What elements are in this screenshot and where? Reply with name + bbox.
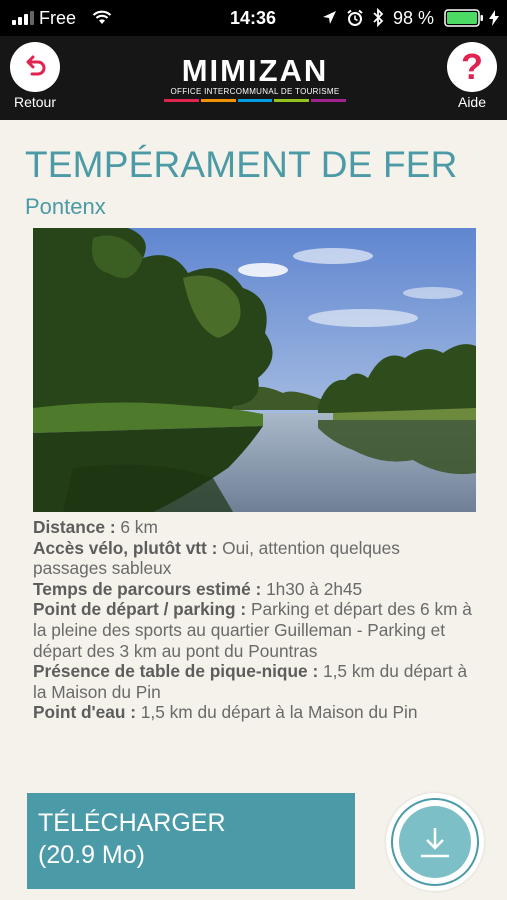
wifi-icon	[92, 10, 112, 24]
download-circle-button[interactable]	[386, 793, 484, 891]
signal-icon	[12, 11, 34, 25]
detail-value: 1,5 km du départ à la Maison du Pin	[136, 702, 418, 723]
carrier-label: Free	[39, 8, 77, 28]
detail-label: Accès vélo, plutôt vtt :	[33, 537, 218, 558]
river-landscape-image	[33, 228, 476, 512]
page-title: TEMPÉRAMENT DE FER	[25, 144, 458, 185]
help-button[interactable]: ?	[447, 42, 497, 92]
location-arrow-icon	[323, 11, 336, 24]
detail-value: 1h30 à 2h45	[261, 578, 363, 599]
mimizan-logo: MIMIZAN OFFICE INTERCOMMUNAL DE TOURISME	[164, 53, 346, 102]
detail-value: 6 km	[115, 517, 158, 537]
back-arrow-icon	[26, 55, 46, 76]
download-button[interactable]: TÉLÉCHARGER (20.9 Mo)	[27, 793, 355, 889]
detail-bike-access: Accès vélo, plutôt vtt : Oui, attention …	[33, 538, 473, 579]
bluetooth-icon	[373, 8, 384, 27]
detail-label: Distance :	[33, 517, 116, 537]
detail-water-point: Point d'eau : 1,5 km du départ à la Mais…	[33, 702, 473, 723]
battery-icon	[444, 9, 483, 27]
back-label[interactable]: Retour	[0, 94, 70, 110]
detail-starting-point: Point de départ / parking : Parking et d…	[33, 599, 473, 661]
battery-percent: 98 %	[393, 8, 435, 28]
detail-distance: Distance : 6 km	[33, 517, 473, 538]
clock: 14:36	[230, 8, 277, 28]
detail-label: Temps de parcours estimé :	[33, 578, 262, 599]
app-header: Retour MIMIZAN OFFICE INTERCOMMUNAL DE T…	[0, 36, 507, 120]
detail-label: Point de départ / parking :	[33, 599, 247, 620]
detail-label: Présence de table de pique-nique :	[33, 661, 319, 682]
charging-icon	[489, 10, 499, 26]
question-mark-icon: ?	[461, 46, 483, 87]
logo-name: MIMIZAN	[181, 53, 329, 88]
detail-label: Point d'eau :	[33, 702, 136, 723]
alarm-icon	[347, 9, 363, 26]
detail-picnic-table: Présence de table de pique-nique : 1,5 k…	[33, 661, 473, 702]
location-subtitle: Pontenx	[25, 194, 106, 219]
download-ring	[391, 798, 479, 886]
trail-photo	[33, 228, 476, 512]
trail-details: Distance : 6 km Accès vélo, plutôt vtt :…	[33, 517, 473, 723]
back-button[interactable]	[10, 42, 60, 92]
logo-color-bar	[164, 99, 346, 102]
detail-duration: Temps de parcours estimé : 1h30 à 2h45	[33, 579, 473, 600]
logo-subtitle: OFFICE INTERCOMMUNAL DE TOURISME	[170, 87, 340, 96]
download-label: TÉLÉCHARGER	[38, 809, 226, 837]
status-bar: Free 14:36 98 %	[0, 0, 507, 36]
help-label[interactable]: Aide	[437, 94, 507, 110]
download-arrow-icon	[421, 828, 449, 858]
download-inner	[399, 806, 471, 878]
download-size: (20.9 Mo)	[38, 841, 145, 869]
